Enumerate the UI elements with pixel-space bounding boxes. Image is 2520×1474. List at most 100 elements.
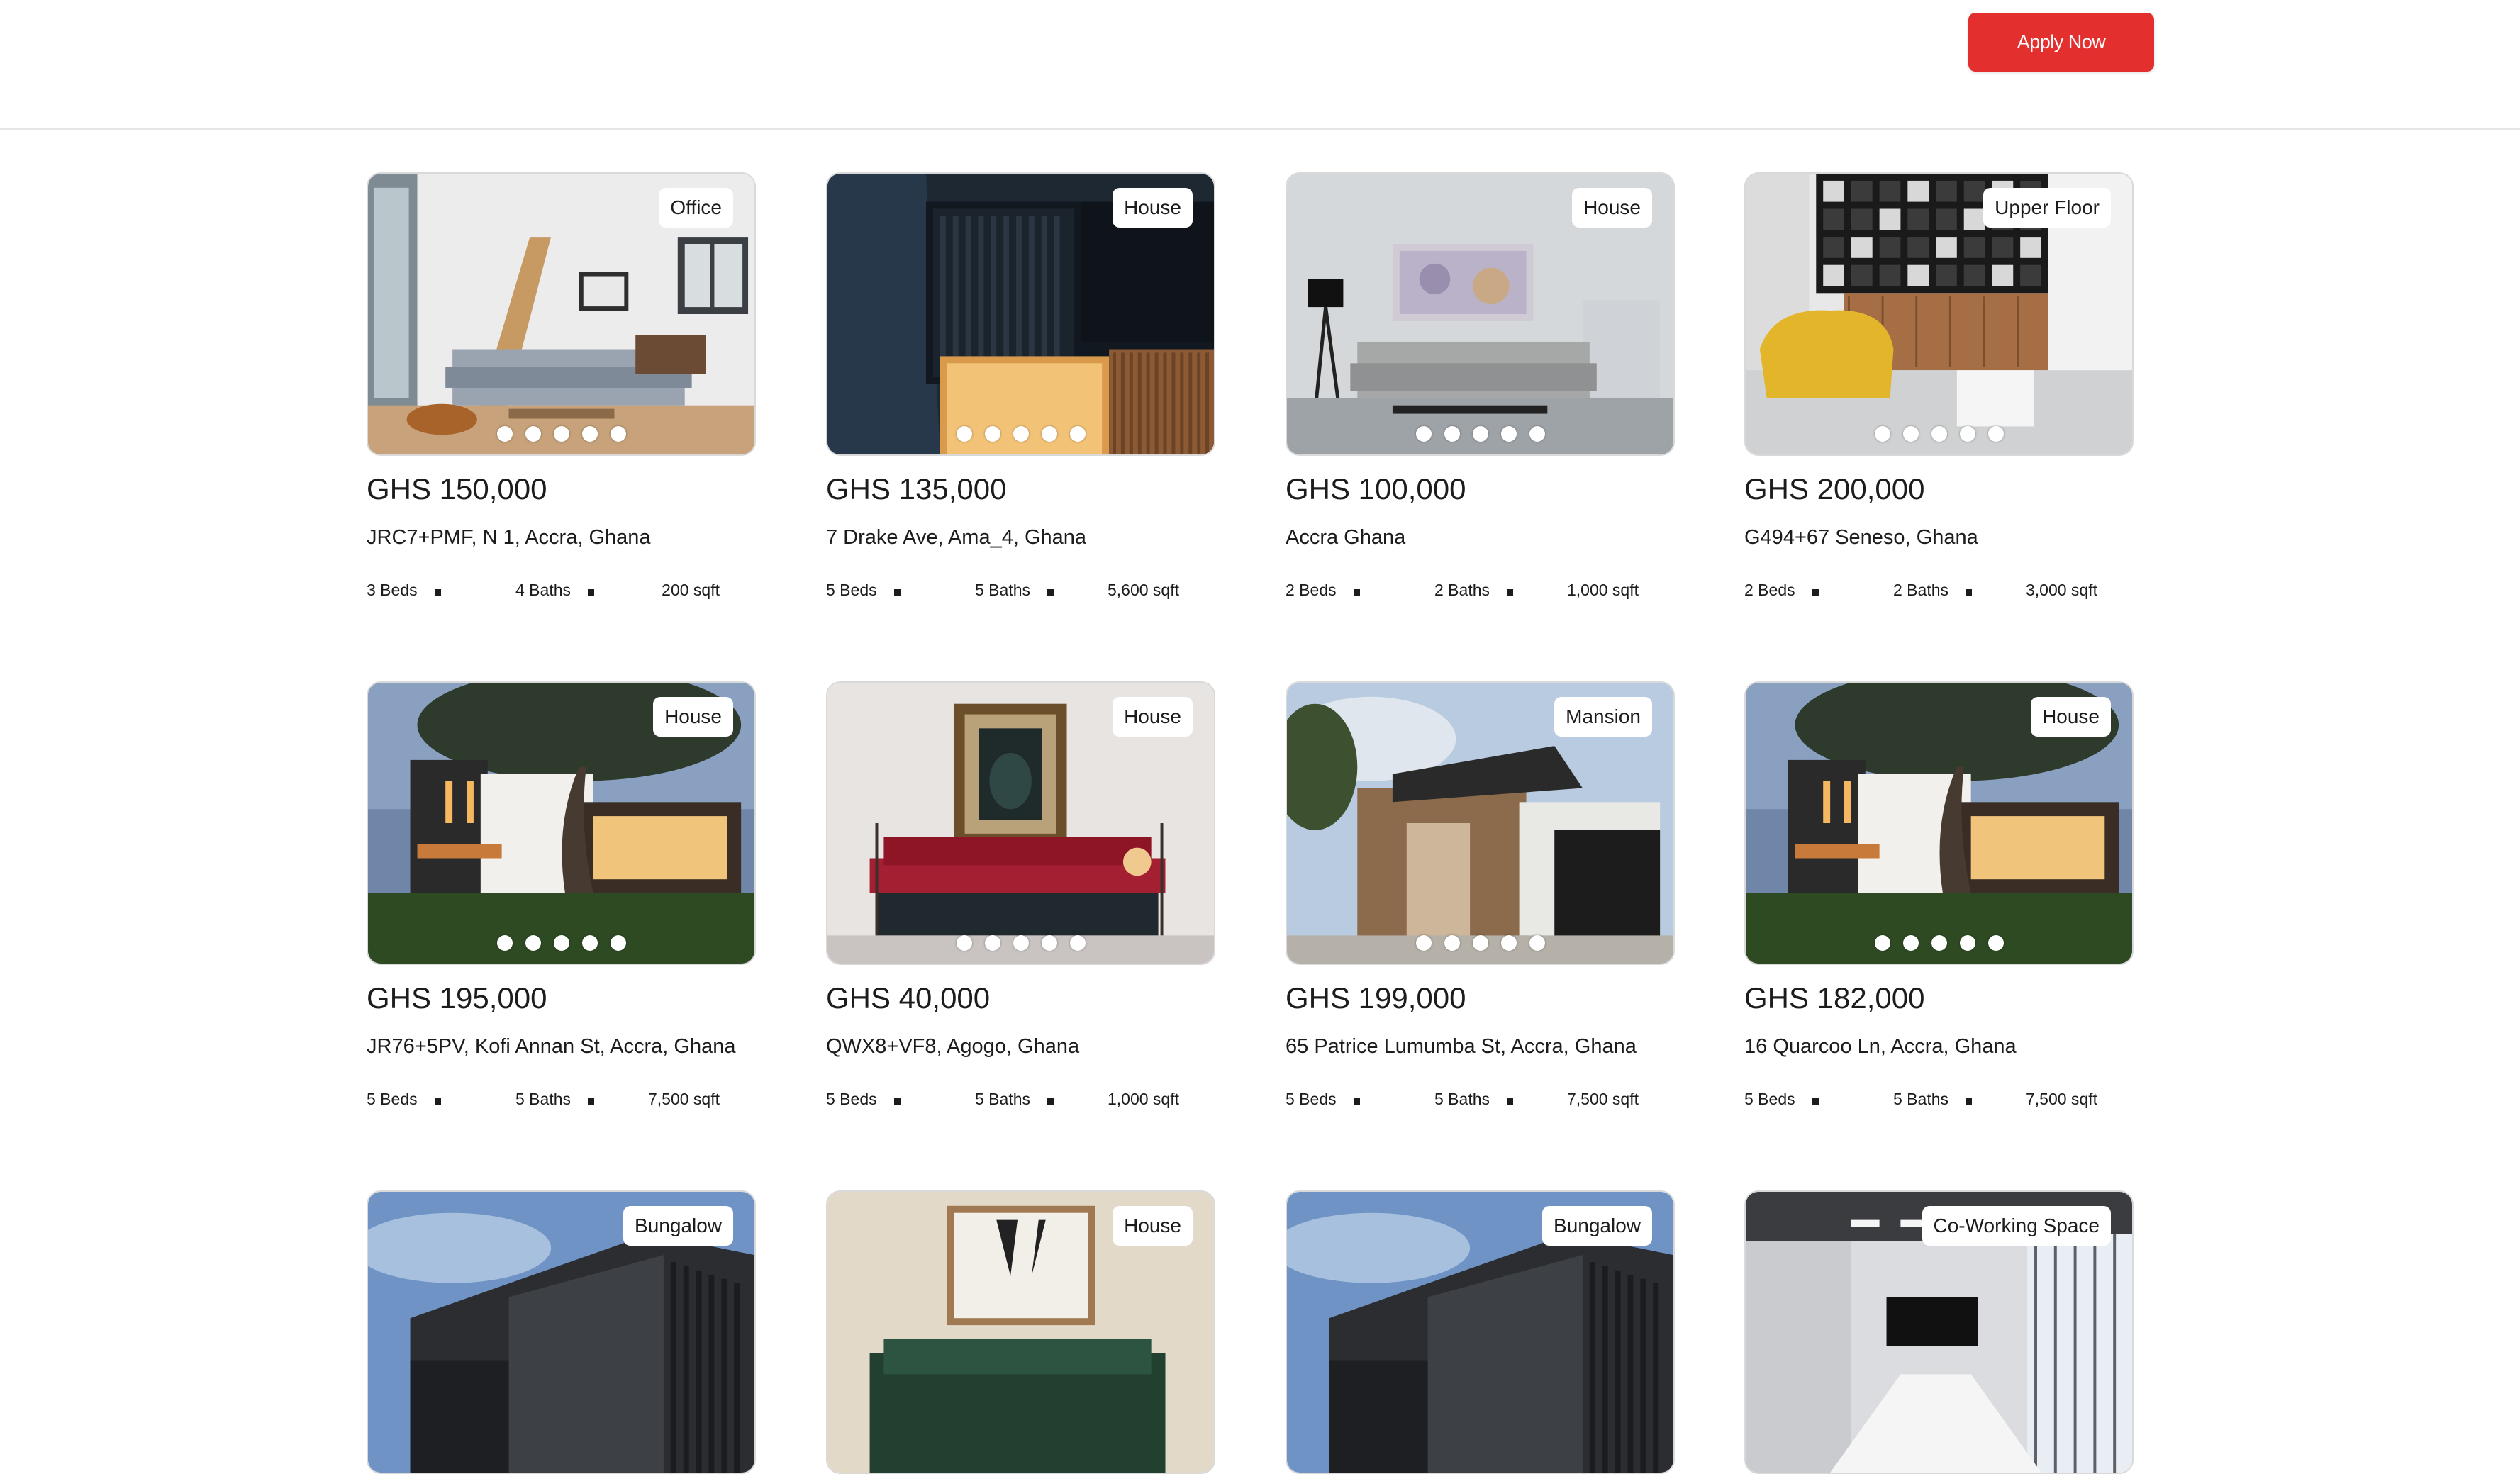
listing-card[interactable]: House GHS 182,000 16 Quarcoo Ln, Accra, Gh… [1744, 681, 2134, 1121]
listing-specs: 5 Beds 5 Baths 7,500 sqft [1744, 1090, 2097, 1114]
carousel-dot[interactable] [1069, 935, 1086, 951]
listing-photo[interactable]: Office [367, 172, 756, 456]
listing-photo[interactable]: House [826, 1190, 1215, 1474]
carousel-dot[interactable] [1987, 935, 2004, 951]
carousel-dot[interactable] [1415, 426, 1432, 442]
listing-photo[interactable]: House [1286, 172, 1675, 456]
carousel-dot[interactable] [1500, 935, 1517, 951]
listing-address: QWX8+VF8, Agogo, Ghana [826, 1035, 1080, 1058]
listing-card[interactable]: Bungalow [367, 1190, 756, 1474]
carousel-dot[interactable] [1987, 426, 2004, 442]
listing-specs: 3 Beds 4 Baths 200 sqft [367, 581, 720, 605]
listing-price: GHS 150,000 [367, 472, 547, 506]
carousel-dot[interactable] [496, 426, 513, 442]
carousel-dot[interactable] [1931, 935, 1947, 951]
baths-count: 2 Baths [1893, 581, 1948, 599]
listing-address: 65 Patrice Lumumba St, Accra, Ghana [1286, 1035, 1637, 1058]
carousel-dot[interactable] [1444, 426, 1460, 442]
listing-photo[interactable]: Bungalow [367, 1190, 756, 1474]
listing-card[interactable]: Co-Working Space [1744, 1190, 2134, 1474]
carousel-dot[interactable] [525, 426, 541, 442]
carousel-dot[interactable] [984, 426, 1000, 442]
carousel-dot[interactable] [610, 935, 626, 951]
listing-photo[interactable]: Bungalow [1286, 1190, 1675, 1474]
listing-photo[interactable]: House [367, 681, 756, 965]
spec-separator [893, 1098, 901, 1105]
beds-count: 5 Beds [826, 581, 877, 599]
property-type-badge: Office [659, 188, 733, 228]
carousel-dot[interactable] [956, 426, 972, 442]
carousel-dot[interactable] [1902, 935, 1919, 951]
carousel-dot[interactable] [496, 935, 513, 951]
listing-photo[interactable]: House [1744, 681, 2134, 965]
listing-specs: 5 Beds 5 Baths 1,000 sqft [826, 1090, 1179, 1114]
listing-card[interactable]: House GHS 195,000 JR76+5PV, Kofi Annan St,… [367, 681, 756, 1121]
area-sqft: 200 sqft [662, 581, 720, 599]
baths-count: 5 Baths [975, 581, 1030, 599]
listing-photo[interactable]: Co-Working Space [1744, 1190, 2134, 1474]
carousel-dot[interactable] [1069, 426, 1086, 442]
listing-price: GHS 182,000 [1744, 981, 1925, 1015]
carousel-dot[interactable] [581, 935, 598, 951]
listing-card[interactable]: Mansion GHS 199,000 65 Patrice Lumumba St,… [1286, 681, 1675, 1121]
spec-separator [434, 589, 441, 596]
listing-photo[interactable]: House [826, 172, 1215, 456]
listing-photo[interactable]: Upper Floor [1744, 172, 2134, 456]
listing-specs: 5 Beds 5 Baths 5,600 sqft [826, 581, 1179, 605]
carousel-dot[interactable] [1902, 426, 1919, 442]
carousel-dot[interactable] [1041, 935, 1057, 951]
listing-photo[interactable]: House [826, 681, 1215, 965]
spec-separator [1507, 1098, 1513, 1105]
carousel-dot[interactable] [1472, 426, 1488, 442]
property-type-badge: House [2031, 697, 2111, 737]
baths-count: 5 Baths [1893, 1090, 1948, 1108]
spec-separator [1353, 589, 1360, 596]
spec-separator [1812, 1098, 1819, 1105]
carousel-dot[interactable] [956, 935, 972, 951]
carousel-dot[interactable] [553, 935, 569, 951]
beds-count: 5 Beds [826, 1090, 877, 1108]
carousel-dots [1287, 935, 1673, 951]
listing-card[interactable]: House [826, 1190, 1215, 1474]
carousel-dot[interactable] [525, 935, 541, 951]
listing-card[interactable]: Bungalow [1286, 1190, 1675, 1474]
carousel-dot[interactable] [610, 426, 626, 442]
carousel-dot[interactable] [1415, 935, 1432, 951]
spec-separator [588, 1098, 594, 1105]
area-sqft: 7,500 sqft [647, 1090, 720, 1108]
listing-card[interactable]: Upper Floor GHS 200,000 G494+67 Seneso, Gh… [1744, 172, 2134, 612]
carousel-dot[interactable] [581, 426, 598, 442]
area-sqft: 3,000 sqft [2025, 581, 2097, 599]
carousel-dot[interactable] [1874, 426, 1890, 442]
carousel-dot[interactable] [1444, 935, 1460, 951]
listing-card[interactable]: House GHS 100,000 Accra Ghana 2 Beds 2 Baths… [1286, 172, 1675, 612]
carousel-dot[interactable] [984, 935, 1000, 951]
carousel-dot[interactable] [1874, 935, 1890, 951]
apply-now-button[interactable]: Apply Now [1968, 13, 2154, 72]
carousel-dot[interactable] [1529, 935, 1545, 951]
listing-card[interactable]: House GHS 135,000 7 Drake Ave, Ama_4, Ghan… [826, 172, 1215, 612]
carousel-dot[interactable] [1013, 935, 1029, 951]
spec-separator [588, 589, 594, 596]
property-type-badge: Mansion [1554, 697, 1652, 737]
carousel-dot[interactable] [1959, 935, 1975, 951]
carousel-dot[interactable] [553, 426, 569, 442]
carousel-dot[interactable] [1041, 426, 1057, 442]
spec-separator [1047, 589, 1054, 596]
carousel-dot[interactable] [1013, 426, 1029, 442]
listing-photo[interactable]: Mansion [1286, 681, 1675, 965]
carousel-dot[interactable] [1529, 426, 1545, 442]
listing-card[interactable]: House GHS 40,000 QWX8+VF8, Agogo, Ghana 5 B… [826, 681, 1215, 1121]
carousel-dot[interactable] [1500, 426, 1517, 442]
carousel-dot[interactable] [1959, 426, 1975, 442]
listing-card[interactable]: Office GHS 150,000 JRC7+PMF, N 1, Accra, G… [367, 172, 756, 612]
area-sqft: 7,500 sqft [2025, 1090, 2097, 1108]
listing-address: JRC7+PMF, N 1, Accra, Ghana [367, 526, 651, 549]
beds-count: 3 Beds [367, 581, 418, 599]
baths-count: 5 Baths [515, 1090, 571, 1108]
baths-count: 5 Baths [975, 1090, 1030, 1108]
listing-address: G494+67 Seneso, Ghana [1744, 526, 1978, 549]
beds-count: 5 Beds [1286, 1090, 1337, 1108]
carousel-dot[interactable] [1931, 426, 1947, 442]
carousel-dot[interactable] [1472, 935, 1488, 951]
